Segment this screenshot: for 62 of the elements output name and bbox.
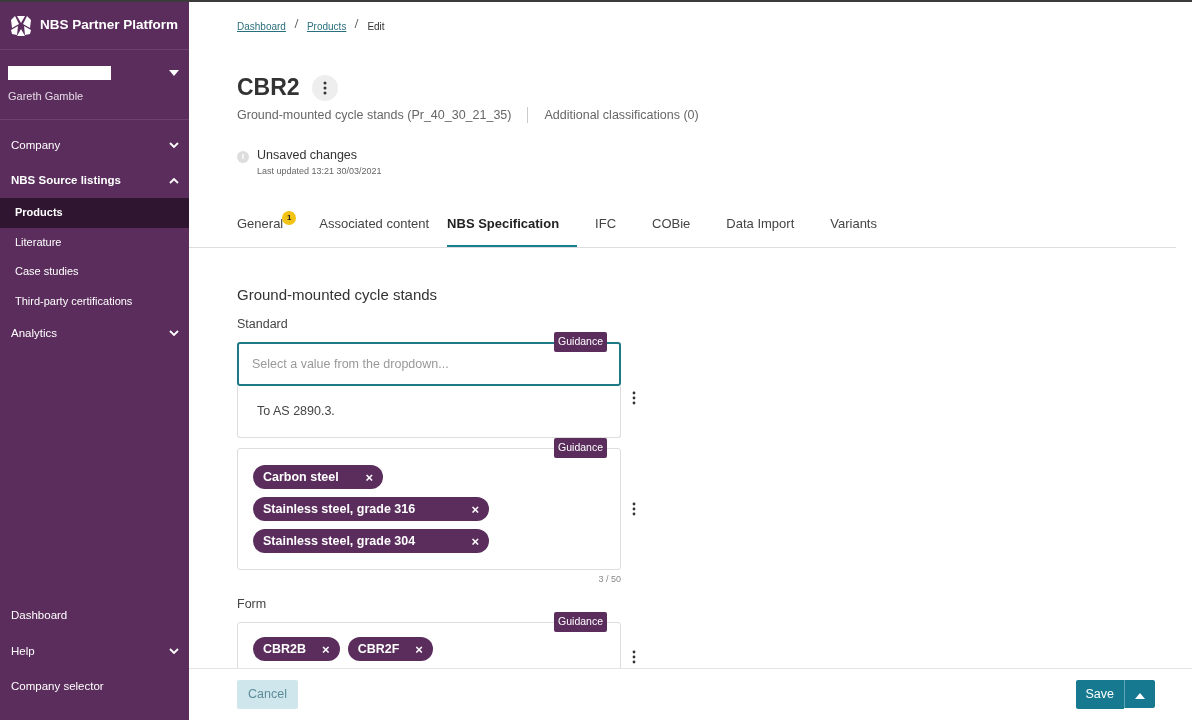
remove-tag-button[interactable]: × — [415, 642, 423, 656]
breadcrumb-current: Edit — [367, 20, 385, 34]
chevron-down-icon — [169, 330, 179, 338]
dropdown-option[interactable]: To AS 2890.3. — [237, 386, 621, 439]
tab[interactable]: NBS Specification — [447, 204, 578, 248]
additional-classifications-link[interactable]: Additional classifications (0) — [544, 105, 699, 125]
nav-item[interactable]: Analytics — [0, 316, 189, 352]
nav-item[interactable]: Company selector — [0, 668, 189, 704]
remove-tag-button[interactable]: × — [471, 502, 479, 516]
tab[interactable]: General — [237, 204, 284, 248]
breadcrumb-link[interactable]: Products — [306, 19, 347, 34]
user-name: Gareth Gamble — [8, 89, 85, 104]
save-options-button[interactable] — [1124, 680, 1155, 709]
separator-icon — [354, 19, 360, 28]
nav-subitem[interactable]: Products — [0, 198, 189, 228]
character-counter: 3 / 50 — [597, 573, 621, 587]
guidance-button[interactable]: Guidance — [554, 612, 607, 633]
more-icon[interactable] — [632, 501, 636, 518]
separator-icon — [293, 19, 299, 28]
chevron-down-icon — [169, 141, 179, 149]
nav-subitem[interactable]: Literature — [0, 227, 189, 257]
classification: Ground-mounted cycle stands (Pr_40_30_21_35) — [237, 106, 512, 124]
nav-subitem[interactable]: Third-party certifications — [0, 286, 189, 316]
nav-item[interactable]: NBS Source listings — [0, 162, 189, 198]
info-icon — [237, 151, 249, 164]
tag-chip[interactable]: CBR2B × — [253, 637, 340, 662]
nav-item[interactable]: Dashboard — [0, 598, 189, 634]
field-label: Form — [237, 595, 268, 613]
chevron-down-icon — [169, 647, 179, 655]
caret-down-icon[interactable] — [169, 70, 179, 76]
save-button[interactable]: Save — [1075, 680, 1124, 709]
remove-tag-button[interactable]: × — [322, 642, 330, 656]
tab[interactable]: Variants — [830, 204, 877, 248]
page-title: CBR2 — [237, 74, 300, 102]
logo-icon — [10, 14, 32, 37]
tab[interactable]: Associated content — [319, 204, 430, 248]
status-title: Unsaved changes — [257, 147, 359, 165]
remove-tag-button[interactable]: × — [471, 534, 479, 548]
caret-up-icon — [1135, 692, 1145, 699]
section-title: Ground-mounted cycle stands — [237, 285, 439, 306]
tab[interactable]: Data Import — [726, 204, 795, 248]
guidance-button[interactable]: Guidance — [554, 332, 607, 353]
nav-subitem[interactable]: Case studies — [0, 257, 189, 287]
tag-chip[interactable]: Stainless steel, grade 304 × — [253, 529, 489, 554]
more-icon — [322, 80, 327, 95]
tag-chip[interactable]: CBR2F × — [347, 637, 433, 662]
notification-badge: 1 — [282, 210, 297, 225]
tab[interactable]: COBie — [652, 204, 691, 248]
more-icon[interactable] — [632, 649, 636, 666]
chevron-up-icon — [169, 176, 179, 184]
nav-item[interactable]: Company — [0, 127, 189, 163]
tab[interactable]: IFC — [595, 204, 617, 248]
tag-chip[interactable]: Carbon steel × — [253, 465, 383, 490]
tag-chip[interactable]: Stainless steel, grade 316 × — [253, 497, 489, 522]
brand-name[interactable]: NBS Partner Platform — [40, 15, 179, 36]
field-label: Standard — [237, 315, 289, 333]
remove-tag-button[interactable]: × — [365, 470, 373, 484]
last-updated: Last updated 13:21 30/03/2021 — [257, 165, 382, 179]
breadcrumb-link[interactable]: Dashboard — [237, 19, 286, 34]
more-icon[interactable] — [632, 389, 636, 406]
nav-item[interactable]: Help — [0, 633, 189, 669]
guidance-button[interactable]: Guidance — [554, 438, 607, 458]
